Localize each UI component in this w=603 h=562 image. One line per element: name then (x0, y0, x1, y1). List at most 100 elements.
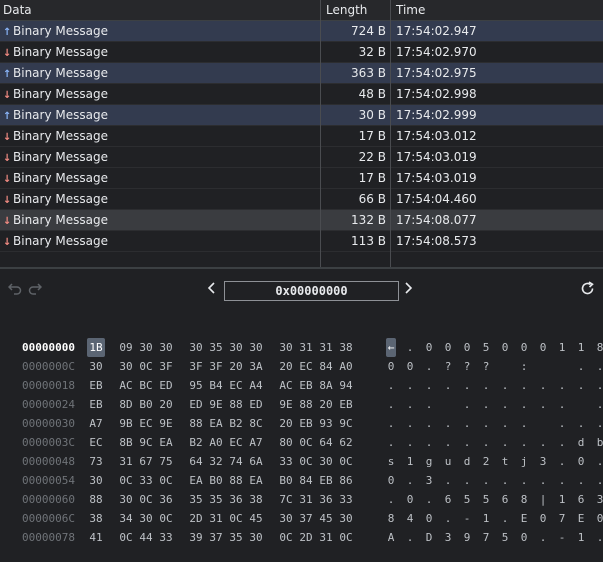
ascii-char[interactable]: 7 (481, 528, 491, 547)
hex-byte[interactable]: 8D (117, 395, 135, 414)
ascii-char[interactable]: | (538, 490, 548, 509)
ascii-char[interactable]: 8 (595, 338, 603, 357)
hex-byte[interactable]: EA (157, 433, 175, 452)
ascii-char[interactable]: . (405, 471, 415, 490)
hex-byte[interactable]: B2 (187, 433, 205, 452)
ascii-char[interactable]: . (386, 433, 396, 452)
ascii-char[interactable]: 4 (405, 509, 415, 528)
ascii-char[interactable]: . (424, 376, 434, 395)
table-row[interactable]: ↓ Binary Message 17 B 17:54:03.019 (0, 168, 603, 189)
hex-byte[interactable]: 0C (337, 528, 355, 547)
hex-byte[interactable]: EB (317, 471, 335, 490)
ascii-char[interactable]: 3 (538, 452, 548, 471)
ascii-char[interactable]: . (538, 528, 548, 547)
ascii-char[interactable]: . (424, 433, 434, 452)
table-row[interactable]: ↓ Binary Message 113 B 17:54:08.573 (0, 231, 603, 252)
ascii-char[interactable]: ? (443, 357, 453, 376)
hex-byte[interactable]: 30 (277, 509, 295, 528)
hex-byte[interactable]: 3A (247, 357, 265, 376)
hex-byte[interactable]: 88 (297, 395, 315, 414)
hex-byte[interactable]: 33 (277, 452, 295, 471)
hex-byte[interactable]: 0C (137, 357, 155, 376)
ascii-char[interactable]: 1 (576, 338, 586, 357)
ascii-char[interactable]: A (386, 528, 396, 547)
ascii-char[interactable]: 6 (500, 490, 510, 509)
hex-byte[interactable]: 88 (87, 490, 105, 509)
ascii-char[interactable]: 2 (481, 452, 491, 471)
hex-byte[interactable]: B2 (227, 414, 245, 433)
hex-byte[interactable]: 0C (117, 528, 135, 547)
hex-byte[interactable]: 9C (337, 414, 355, 433)
chevron-right-icon[interactable] (403, 281, 413, 301)
hex-byte[interactable]: 31 (297, 490, 315, 509)
ascii-char[interactable]: . (500, 395, 510, 414)
redo-icon[interactable] (28, 281, 43, 301)
ascii-char[interactable]: 1 (557, 338, 567, 357)
hex-byte[interactable]: 44 (137, 528, 155, 547)
ascii-char[interactable]: u (443, 452, 453, 471)
ascii-char[interactable]: . (557, 452, 567, 471)
ascii-char[interactable]: . (500, 509, 510, 528)
ascii-char[interactable]: D (424, 528, 434, 547)
hex-byte[interactable]: A7 (87, 414, 105, 433)
ascii-char[interactable]: . (595, 471, 603, 490)
ascii-char[interactable]: . (462, 395, 472, 414)
ascii-char[interactable]: . (443, 433, 453, 452)
ascii-char[interactable]: . (405, 433, 415, 452)
hex-byte[interactable]: A7 (247, 433, 265, 452)
ascii-char[interactable]: - (557, 528, 567, 547)
ascii-char[interactable]: . (386, 395, 396, 414)
hex-byte[interactable]: EC (227, 376, 245, 395)
ascii-char[interactable]: 0 (424, 509, 434, 528)
hex-byte[interactable]: 9C (137, 433, 155, 452)
ascii-char[interactable]: . (405, 414, 415, 433)
hex-byte[interactable]: 35 (207, 490, 225, 509)
hex-byte[interactable]: EC (137, 414, 155, 433)
hex-byte[interactable]: 88 (187, 414, 205, 433)
ascii-char[interactable]: . (462, 376, 472, 395)
ascii-char[interactable]: 0 (500, 338, 510, 357)
ascii-char[interactable]: 8 (519, 490, 529, 509)
hex-byte[interactable]: 2D (187, 509, 205, 528)
ascii-char[interactable]: . (462, 433, 472, 452)
ascii-char[interactable]: . (481, 471, 491, 490)
hex-byte[interactable]: 0C (297, 452, 315, 471)
hex-byte[interactable]: 36 (157, 490, 175, 509)
ascii-char[interactable]: ? (462, 357, 472, 376)
ascii-char[interactable]: . (538, 395, 548, 414)
table-row[interactable]: ↓ Binary Message 22 B 17:54:03.019 (0, 147, 603, 168)
hex-byte[interactable]: 0C (337, 452, 355, 471)
hex-byte[interactable]: 80 (277, 433, 295, 452)
ascii-char[interactable]: 5 (481, 338, 491, 357)
hex-byte[interactable]: 3F (157, 357, 175, 376)
ascii-char[interactable]: . (538, 433, 548, 452)
ascii-char[interactable]: . (443, 471, 453, 490)
ascii-char[interactable]: t (500, 452, 510, 471)
hex-byte[interactable]: 30 (137, 509, 155, 528)
hex-byte[interactable]: 30 (277, 338, 295, 357)
hex-byte[interactable]: 9B (117, 414, 135, 433)
ascii-char[interactable]: b (595, 433, 603, 452)
hex-byte[interactable]: 64 (187, 452, 205, 471)
hex-byte[interactable]: 30 (157, 338, 175, 357)
ascii-char[interactable]: 9 (462, 528, 472, 547)
hex-byte[interactable]: 3F (207, 357, 225, 376)
hex-byte[interactable]: 38 (87, 509, 105, 528)
ascii-char[interactable]: ? (481, 357, 491, 376)
hex-byte[interactable]: 75 (157, 452, 175, 471)
table-row[interactable]: ↓ Binary Message 66 B 17:54:04.460 (0, 189, 603, 210)
column-divider[interactable] (390, 0, 391, 267)
ascii-char[interactable]: . (386, 490, 396, 509)
ascii-char[interactable]: 1 (576, 528, 586, 547)
ascii-char[interactable]: . (576, 471, 586, 490)
ascii-char[interactable]: j (519, 452, 529, 471)
hex-byte[interactable]: EA (247, 471, 265, 490)
hex-byte[interactable]: 38 (337, 338, 355, 357)
hex-byte[interactable]: 0C (157, 509, 175, 528)
hex-byte[interactable]: 33 (137, 471, 155, 490)
ascii-char[interactable]: . (405, 395, 415, 414)
hex-byte[interactable]: 0C (157, 471, 175, 490)
hex-byte[interactable]: 30 (87, 471, 105, 490)
hex-byte[interactable]: 94 (337, 376, 355, 395)
ascii-char[interactable]: d (576, 433, 586, 452)
